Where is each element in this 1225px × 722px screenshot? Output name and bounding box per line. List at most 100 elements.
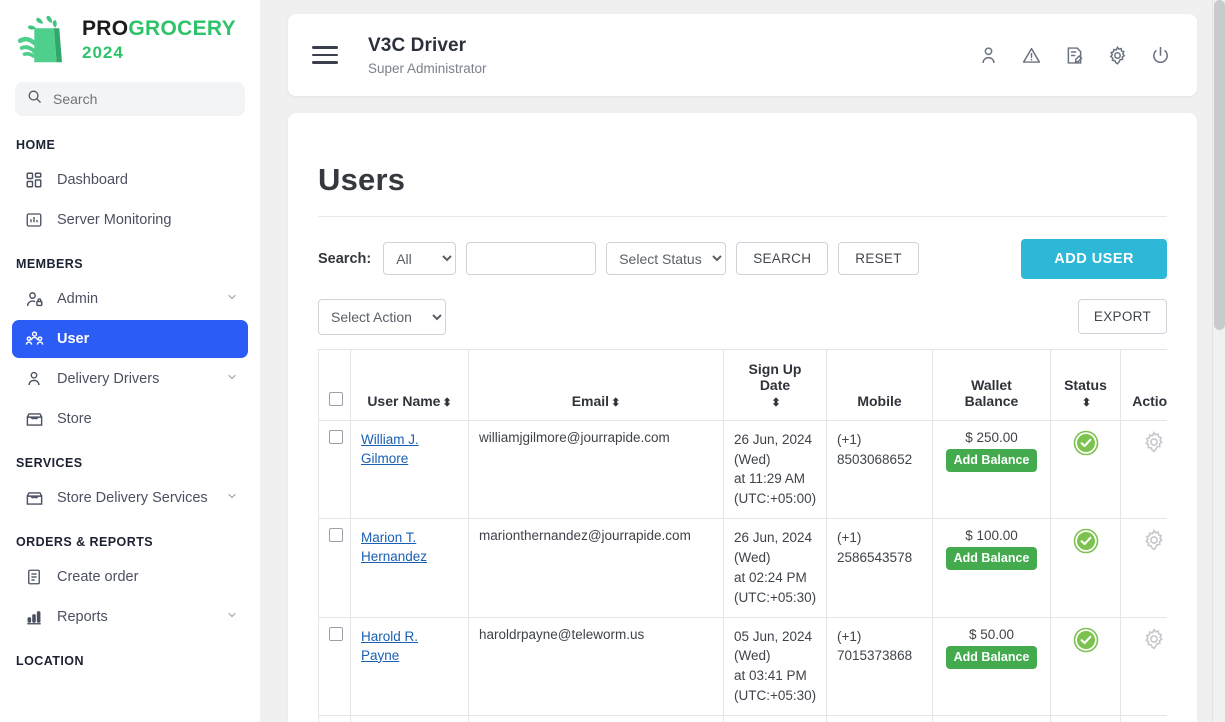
wallet-amount: $ 50.00 <box>968 626 1015 642</box>
sort-icon: ⬍ <box>1081 396 1092 409</box>
row-checkbox[interactable] <box>329 429 343 444</box>
status-select[interactable]: Select Status <box>606 242 727 276</box>
user-name-cell: Harold R. Payne <box>350 616 469 716</box>
bulk-action-select[interactable]: Select Action <box>318 298 446 335</box>
column-header-user-name[interactable]: User Name ⬍ <box>350 348 469 421</box>
export-button[interactable]: EXPORT <box>1077 299 1167 335</box>
bulk-action-row: Select Action EXPORT <box>318 298 1167 335</box>
mobile-country-code: (+1) <box>837 431 862 447</box>
sidebar-item-store-delivery-services[interactable]: Store Delivery Services <box>12 479 248 517</box>
add-balance-button[interactable]: Add Balance <box>945 645 1038 669</box>
sidebar-item-delivery-drivers[interactable]: Delivery Drivers <box>12 360 248 398</box>
column-header-email[interactable]: Email ⬍ <box>468 348 724 421</box>
dashboard-grid-icon <box>24 170 44 190</box>
sidebar-item-store[interactable]: Store <box>12 400 248 438</box>
users-group-icon <box>24 329 44 349</box>
power-logout-icon[interactable] <box>1150 45 1171 66</box>
row-checkbox[interactable] <box>329 626 343 641</box>
green-check-circle-icon[interactable] <box>1073 430 1099 459</box>
sidebar: PROGROCERY 2024 HOME Dashboard <box>0 0 260 722</box>
add-user-button[interactable]: ADD USER <box>1021 238 1167 279</box>
sidebar-item-dashboard[interactable]: Dashboard <box>12 161 248 199</box>
search-text-input[interactable] <box>466 242 597 276</box>
sidebar-item-server-monitoring[interactable]: Server Monitoring <box>12 201 248 239</box>
warning-triangle-icon[interactable] <box>1021 45 1042 66</box>
table-header-row: User Name ⬍ Email ⬍ Sign Up Date ⬍ Mobile W… <box>318 348 1167 421</box>
email-cell: williamjgilmore@jourrapide.com <box>468 419 724 520</box>
document-edit-icon[interactable] <box>1064 45 1085 66</box>
search-button[interactable]: SEARCH <box>736 242 829 276</box>
topbar-title: V3C Driver <box>368 34 467 56</box>
row-select-cell <box>318 419 351 520</box>
date-weekday: (Wed) <box>734 648 771 664</box>
brand-logo[interactable]: PROGROCERY 2024 <box>0 0 260 72</box>
wallet-cell: $ 500.00 Add Balance <box>932 714 1051 722</box>
chevron-down-icon <box>226 490 238 506</box>
user-name-link[interactable]: William J. Gilmore <box>361 432 419 466</box>
sidebar-search[interactable] <box>15 82 245 116</box>
gear-settings-icon[interactable] <box>1142 430 1166 454</box>
green-check-circle-icon[interactable] <box>1073 528 1099 557</box>
gear-settings-icon[interactable] <box>1142 528 1166 552</box>
signup-date-cell: 23 May, 2024 (Thu) at 06:29 AM <box>723 714 827 722</box>
sidebar-item-label: Reports <box>57 609 108 625</box>
date-day: 26 Jun, 2024 <box>734 530 813 546</box>
reset-button[interactable]: RESET <box>838 242 919 276</box>
user-name-cell: Martha H. Jackson <box>350 714 469 722</box>
gear-settings-icon[interactable] <box>1142 627 1166 651</box>
user-name-link[interactable]: Marion T. Hernandez <box>361 530 427 564</box>
brand-pro: PRO <box>82 16 129 40</box>
column-header-mobile: Mobile <box>826 348 933 421</box>
chevron-down-icon <box>226 609 238 625</box>
chevron-down-icon <box>226 291 238 307</box>
column-header-status[interactable]: Status⬍ <box>1050 348 1121 421</box>
wallet-cell: $ 250.00 Add Balance <box>932 419 1051 520</box>
hamburger-menu-icon[interactable] <box>312 46 338 64</box>
date-timezone: (UTC:+05:30) <box>734 589 817 605</box>
date-day: 26 Jun, 2024 <box>734 431 813 447</box>
table-row: Marion T. Hernandez marionthernandez@jou… <box>318 518 1167 618</box>
page-scrollbar[interactable] <box>1212 0 1225 722</box>
sidebar-item-reports[interactable]: Reports <box>12 598 248 636</box>
table-row: William J. Gilmore williamjgilmore@jourr… <box>318 419 1167 520</box>
user-profile-icon[interactable] <box>978 45 999 66</box>
column-header-action: Action <box>1120 348 1167 421</box>
sidebar-section-members: MEMBERS <box>16 257 84 271</box>
user-name-link[interactable]: Harold R. Payne <box>361 629 418 663</box>
status-cell <box>1050 714 1121 722</box>
sidebar-item-user[interactable]: User <box>12 320 248 358</box>
gear-settings-icon[interactable] <box>1107 45 1128 66</box>
scrollbar-thumb[interactable] <box>1214 0 1225 330</box>
search-field-select[interactable]: All <box>383 242 457 276</box>
status-cell <box>1050 616 1121 716</box>
page-title: Users <box>318 162 1167 217</box>
date-weekday: (Wed) <box>734 451 771 467</box>
topbar: V3C Driver Super Administrator <box>288 14 1197 96</box>
column-header-signup-date[interactable]: Sign Up Date ⬍ <box>723 348 827 421</box>
add-balance-button[interactable]: Add Balance <box>945 448 1038 472</box>
user-name-cell: William J. Gilmore <box>350 419 469 520</box>
chevron-down-icon <box>226 371 238 387</box>
sidebar-section-orders-reports: ORDERS & REPORTS <box>16 535 154 549</box>
date-timezone: (UTC:+05:00) <box>734 491 817 507</box>
search-label: Search: <box>318 250 372 267</box>
select-all-header <box>318 348 351 421</box>
select-all-checkbox[interactable] <box>329 391 343 406</box>
mobile-country-code: (+1) <box>837 530 862 546</box>
table-header: User Name ⬍ Email ⬍ Sign Up Date ⬍ Mobile W… <box>318 348 1167 421</box>
date-time: at 03:41 PM <box>734 668 807 684</box>
add-balance-button[interactable]: Add Balance <box>945 547 1038 571</box>
topbar-subtitle: Super Administrator <box>368 60 487 76</box>
search-input[interactable] <box>51 90 233 108</box>
mobile-cell: (+1) 2586543578 <box>826 518 933 618</box>
green-check-circle-icon[interactable] <box>1073 627 1099 656</box>
sidebar-section-services: SERVICES <box>16 456 83 470</box>
sidebar-item-admin[interactable]: Admin <box>12 280 248 318</box>
action-cell <box>1120 714 1167 722</box>
sidebar-item-create-order[interactable]: Create order <box>12 558 248 596</box>
date-day: 05 Jun, 2024 <box>734 628 813 644</box>
sidebar-item-label: Dashboard <box>57 172 128 188</box>
date-time: at 11:29 AM <box>734 471 806 487</box>
app-root: PROGROCERY 2024 HOME Dashboard <box>0 0 1225 722</box>
row-checkbox[interactable] <box>329 528 343 543</box>
